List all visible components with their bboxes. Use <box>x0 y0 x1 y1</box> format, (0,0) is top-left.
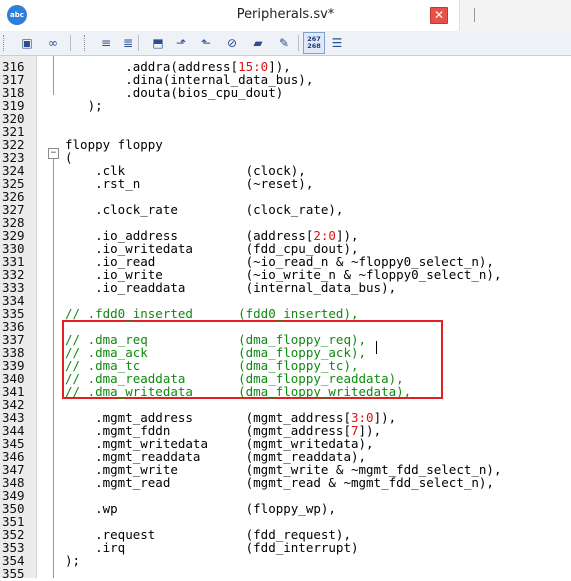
code-line[interactable]: 325 .rst_n (~reset), <box>0 177 571 190</box>
line-numbers-bottom: 268 <box>307 42 321 50</box>
bookmark-add-icon[interactable]: ⬒ <box>148 33 168 53</box>
toolbar-grip[interactable] <box>84 35 88 51</box>
code-token: ); <box>65 553 81 568</box>
code-token: .mgmt_read (mgmt_read & ~mgmt_fdd_select… <box>65 475 494 490</box>
bookmark-prev-icon[interactable]: ⬑ <box>196 33 216 53</box>
code-comment: // .fdd0_inserted (fdd0_inserted), <box>65 307 359 320</box>
code-line[interactable]: 327 .clock_rate (clock_rate), <box>0 203 571 216</box>
outdent-icon[interactable]: ≣ <box>118 33 138 53</box>
paperclip-icon[interactable]: ⊘ <box>222 33 242 53</box>
divider <box>474 8 475 22</box>
book-icon[interactable]: ▰ <box>248 33 268 53</box>
code-token: .irq (fdd_interrupt) <box>65 540 359 555</box>
code-line[interactable]: 319 ); <box>0 99 571 112</box>
code-token: .io_readdata (internal_data_bus), <box>65 280 397 295</box>
code-token: // .dma_writedata (dma_floppy_writedata)… <box>65 384 412 399</box>
indent-icon[interactable]: ≡ <box>96 33 116 53</box>
code-line[interactable]: 348 .mgmt_read (mgmt_read & ~mgmt_fdd_se… <box>0 476 571 489</box>
code-text: floppy floppy <box>65 138 163 151</box>
code-comment: // .dma_writedata (dma_floppy_writedata)… <box>65 385 411 398</box>
code-token: .wp (floppy_wp), <box>65 501 336 516</box>
code-token: .rst_n (~reset), <box>65 176 314 191</box>
toolbar-separator <box>138 35 139 51</box>
code-text: .irq (fdd_interrupt) <box>65 540 359 555</box>
code-line[interactable]: 341// .dma_writedata (dma_floppy_writeda… <box>0 385 571 398</box>
title-bar: abc Peripherals.sv* ✕ <box>0 0 571 32</box>
titlebar-empty-area <box>459 0 571 31</box>
code-text: .io_readdata (internal_data_bus), <box>65 281 396 294</box>
code-text: ); <box>65 99 103 112</box>
code-token: .clock_rate (clock_rate), <box>65 202 344 217</box>
code-line[interactable]: 320 <box>0 112 571 125</box>
code-line[interactable]: 333 .io_readdata (internal_data_bus), <box>0 281 571 294</box>
code-token: floppy floppy <box>65 137 163 152</box>
code-token: ); <box>65 98 103 113</box>
code-line[interactable]: 353 .irq (fdd_interrupt) <box>0 541 571 554</box>
code-line[interactable]: 354); <box>0 554 571 567</box>
close-tab-button[interactable]: ✕ <box>430 7 448 24</box>
code-line[interactable]: 350 .wp (floppy_wp), <box>0 502 571 515</box>
line-numbers-icon[interactable]: 267 268 <box>303 32 325 54</box>
code-line[interactable]: 335// .fdd0_inserted (fdd0_inserted), <box>0 307 571 320</box>
list-icon[interactable]: ☰ <box>327 33 347 53</box>
code-token: // .fdd0_inserted (fdd0_inserted), <box>65 306 359 321</box>
line-number: 355 <box>2 566 25 581</box>
code-line[interactable]: 355 <box>0 567 571 580</box>
code-text: .wp (floppy_wp), <box>65 502 336 515</box>
code-text: ); <box>65 554 80 567</box>
edit-icon[interactable]: ✎ <box>274 33 294 53</box>
code-editor[interactable]: − 316 .addra(address[15:0]), 317 .dina(in… <box>0 56 571 580</box>
binoculars-icon[interactable]: ∞ <box>43 33 63 53</box>
code-line[interactable]: 322 floppy floppy <box>0 138 571 151</box>
toolbar-separator <box>298 35 299 51</box>
toolbar-separator <box>70 35 71 51</box>
code-text: .rst_n (~reset), <box>65 177 313 190</box>
code-text: .mgmt_read (mgmt_read & ~mgmt_fdd_select… <box>65 476 494 489</box>
code-text: .clock_rate (clock_rate), <box>65 203 343 216</box>
toolbar: ▣ ∞ ≡ ≣ ⬒ ⬏ ⬑ ⊘ ▰ ✎ 267 268 ☰ <box>0 31 571 56</box>
view-icon[interactable]: ▣ <box>17 33 37 53</box>
toolbar-grip[interactable] <box>3 35 7 51</box>
bookmark-next-icon[interactable]: ⬏ <box>171 33 191 53</box>
